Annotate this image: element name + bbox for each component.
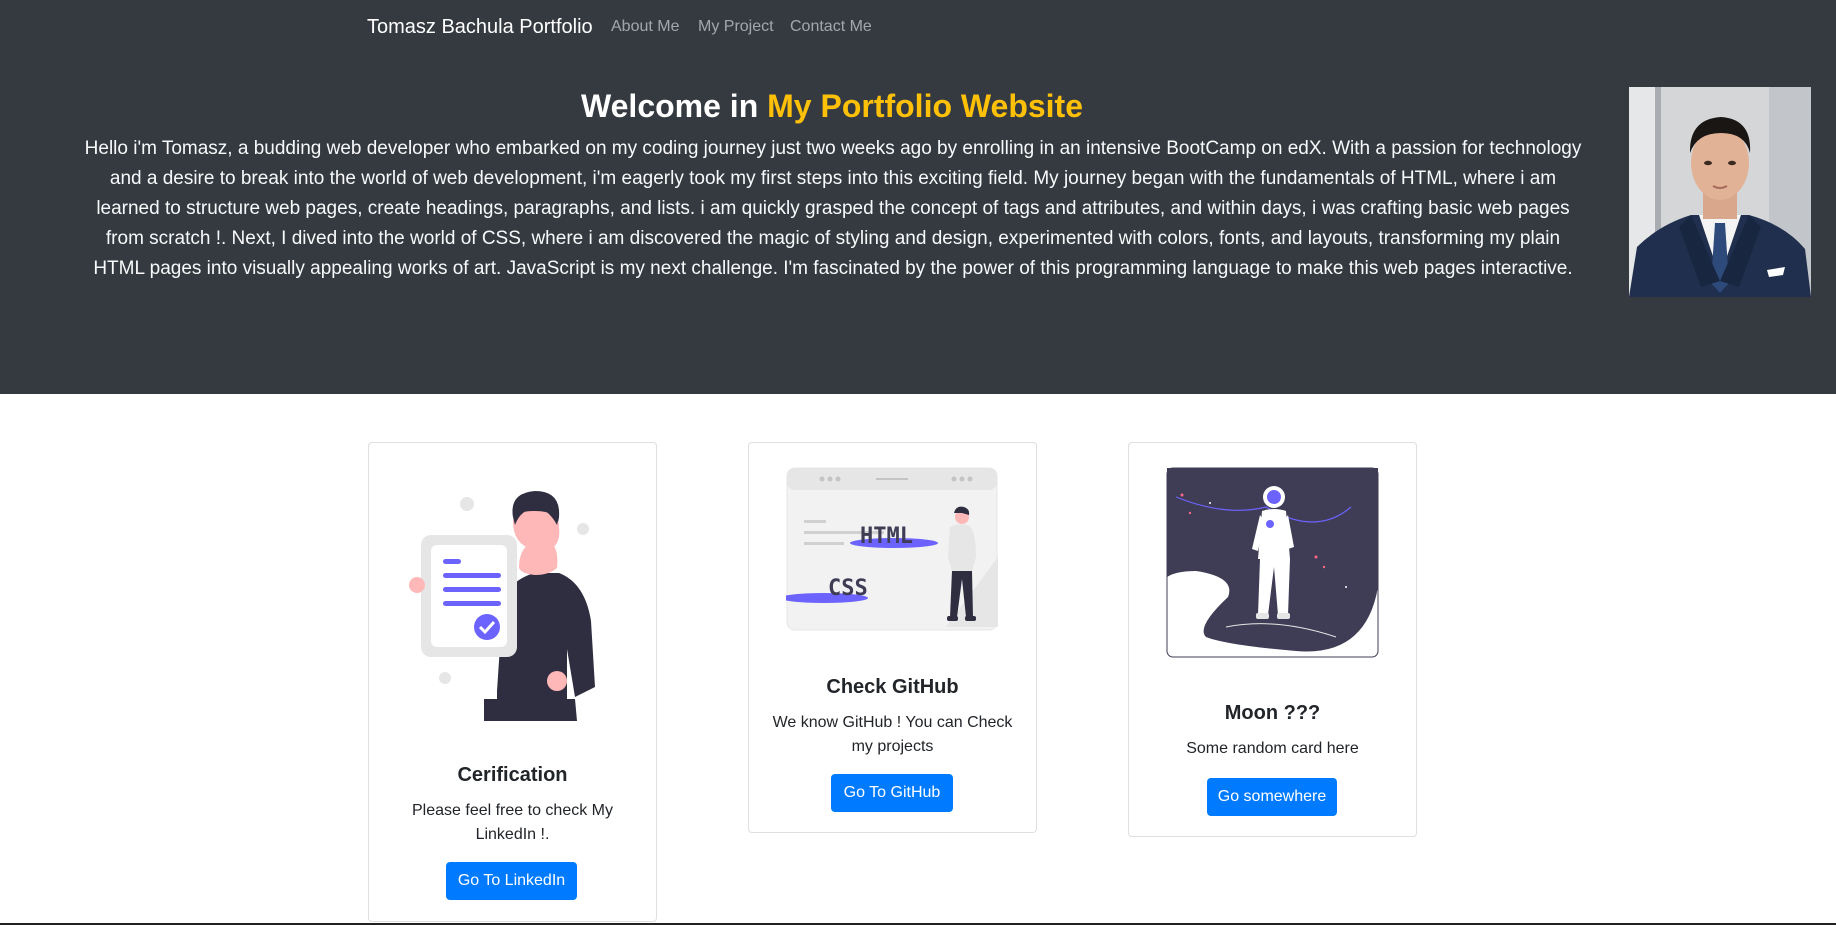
- hero-title: Welcome in My Portfolio Website: [0, 86, 1664, 126]
- hero-intro-text: Hello i'm Tomasz, a budding web develope…: [84, 138, 1582, 279]
- go-somewhere-button[interactable]: Go somewhere: [1207, 778, 1337, 816]
- go-to-linkedin-button[interactable]: Go To LinkedIn: [446, 862, 577, 900]
- css-label: CSS: [828, 576, 868, 601]
- card-moon: Moon ??? Some random card here Go somewh…: [1128, 442, 1417, 837]
- nav-link-about-me[interactable]: About Me: [611, 17, 679, 37]
- hero-title-prefix: Welcome in: [581, 88, 768, 124]
- html-css-illustration: HTML CSS: [780, 467, 998, 631]
- hero-title-accent: My Portfolio Website: [767, 88, 1083, 124]
- go-to-github-button[interactable]: Go To GitHub: [831, 774, 953, 812]
- card-title: Moon ???: [1224, 702, 1321, 724]
- card-text: Some random card here: [1186, 740, 1359, 757]
- card-text: Please feel free to check My LinkedIn !.: [412, 802, 613, 843]
- hero-section: Tomasz Bachula Portfolio About Me My Pro…: [0, 0, 1836, 394]
- nav-link-my-project[interactable]: My Project: [698, 17, 774, 37]
- card-certification: Cerification Please feel free to check M…: [368, 442, 657, 922]
- nav-link-contact-me[interactable]: Contact Me: [790, 17, 872, 37]
- card-title: Check GitHub: [826, 676, 959, 698]
- certificate-illustration: [409, 471, 614, 721]
- card-title: Cerification: [457, 764, 568, 786]
- card-github: HTML CSS Check GitHub We know GitHub ! Y…: [748, 442, 1037, 833]
- card-text: We know GitHub ! You can Check my projec…: [772, 714, 1013, 755]
- navbar-brand[interactable]: Tomasz Bachula Portfolio: [367, 15, 593, 39]
- profile-photo: [1629, 87, 1811, 297]
- astronaut-illustration: [1166, 467, 1379, 658]
- html-label: HTML: [860, 524, 913, 549]
- navbar: Tomasz Bachula Portfolio About Me My Pro…: [0, 0, 1836, 54]
